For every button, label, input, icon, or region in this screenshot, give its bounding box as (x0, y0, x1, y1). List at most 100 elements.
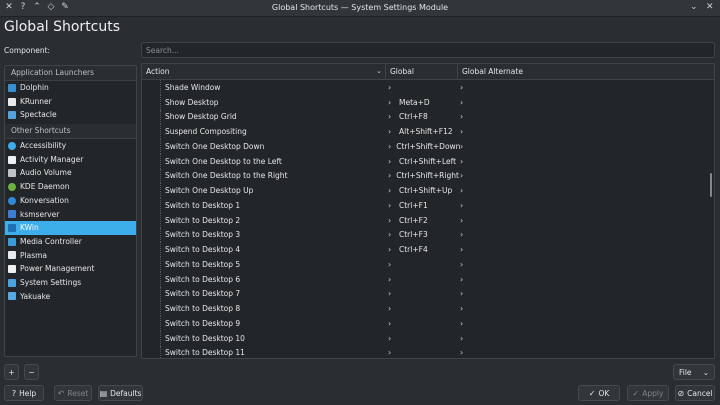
global-shortcut-cell[interactable]: › Alt+Shift+F12 (386, 127, 458, 136)
table-row[interactable]: Show Desktop Grid › Ctrl+F8 › (142, 109, 714, 125)
global-shortcut-cell[interactable]: › Ctrl+F3 (386, 230, 458, 239)
chevron-right-icon[interactable]: › (388, 171, 391, 180)
column-header-global-alternate[interactable]: Global Alternate (458, 64, 706, 79)
chevron-right-icon[interactable]: › (460, 275, 466, 284)
alternate-shortcut-cell[interactable]: › (458, 186, 706, 195)
cancel-button[interactable]: ⊘ Cancel (675, 385, 715, 401)
chevron-right-icon[interactable]: › (460, 171, 466, 180)
chevron-right-icon[interactable]: › (460, 83, 466, 92)
global-shortcut-cell[interactable]: › Ctrl+F1 (386, 201, 458, 210)
table-row[interactable]: Suspend Compositing › Alt+Shift+F12 › (142, 124, 714, 139)
table-row[interactable]: Switch to Desktop 5 › › (142, 257, 714, 272)
global-shortcut-cell[interactable]: › Ctrl+Shift+Right (386, 171, 459, 180)
chevron-right-icon[interactable]: › (388, 245, 394, 254)
component-item[interactable]: KDE Daemon (5, 180, 136, 194)
global-shortcut-cell[interactable]: › (386, 275, 458, 284)
alternate-shortcut-cell[interactable]: › (458, 98, 706, 107)
chevron-right-icon[interactable]: › (388, 334, 394, 343)
table-row[interactable]: Switch One Desktop Down › Ctrl+Shift+Down › (142, 139, 714, 154)
chevron-right-icon[interactable]: › (460, 157, 466, 166)
table-row[interactable]: Switch One Desktop to the Right › Ctrl+Shi… (142, 168, 714, 184)
alternate-shortcut-cell[interactable]: › (458, 216, 706, 225)
global-shortcut-cell[interactable]: › (386, 334, 458, 343)
defaults-button[interactable]: ▤ Defaults (98, 385, 143, 401)
chevron-right-icon[interactable]: › (388, 260, 394, 269)
chevron-right-icon[interactable]: › (388, 157, 394, 166)
table-row[interactable]: Switch to Desktop 4 › Ctrl+F4 › (142, 242, 714, 257)
help-button[interactable]: ? Help (4, 385, 44, 401)
component-list[interactable]: Application Launchers Dolphin KRunner Spect… (4, 65, 137, 357)
chevron-right-icon[interactable]: › (388, 230, 394, 239)
global-shortcut-cell[interactable]: › (386, 260, 458, 269)
component-item[interactable]: Konversation (5, 194, 136, 208)
chevron-right-icon[interactable]: › (388, 348, 394, 357)
chevron-right-icon[interactable]: › (388, 275, 394, 284)
table-row[interactable]: Switch to Desktop 6 › › (142, 271, 714, 287)
component-item[interactable]: ksmserver (5, 208, 136, 222)
global-shortcut-cell[interactable]: › (386, 304, 458, 313)
chevron-right-icon[interactable]: › (460, 348, 466, 357)
alternate-shortcut-cell[interactable]: › (458, 260, 706, 269)
alternate-shortcut-cell[interactable]: › (458, 334, 706, 343)
chevron-right-icon[interactable]: › (460, 216, 466, 225)
component-item[interactable]: Audio Volume (5, 166, 136, 180)
chevron-right-icon[interactable]: › (460, 304, 466, 313)
chevron-right-icon[interactable]: › (460, 245, 466, 254)
global-shortcut-cell[interactable]: › Ctrl+F4 (386, 245, 458, 254)
global-shortcut-cell[interactable]: › Meta+D (386, 98, 458, 107)
chevron-right-icon[interactable]: › (460, 289, 466, 298)
file-button[interactable]: File ⌄ (673, 364, 715, 380)
chevron-right-icon[interactable]: › (460, 98, 466, 107)
component-item[interactable]: Media Controller (5, 235, 136, 249)
alternate-shortcut-cell[interactable]: › (458, 171, 706, 180)
table-row[interactable]: Switch to Desktop 7 › › (142, 286, 714, 302)
chevron-right-icon[interactable]: › (388, 83, 394, 92)
scrollbar-thumb[interactable] (710, 173, 712, 197)
global-shortcut-cell[interactable]: › (386, 83, 458, 92)
remove-button[interactable]: − (24, 364, 39, 380)
alternate-shortcut-cell[interactable]: › (458, 348, 706, 357)
component-item[interactable]: KWin (5, 221, 136, 235)
chevron-right-icon[interactable]: › (388, 186, 394, 195)
chevron-right-icon[interactable]: › (460, 260, 466, 269)
table-row[interactable]: Switch to Desktop 11 › › (142, 345, 714, 358)
chevron-right-icon[interactable]: › (388, 216, 394, 225)
alternate-shortcut-cell[interactable]: › (458, 275, 706, 284)
chevron-right-icon[interactable]: › (460, 334, 466, 343)
table-row[interactable]: Show Desktop › Meta+D › (142, 94, 714, 110)
chevron-right-icon[interactable]: › (388, 201, 394, 210)
column-header-global[interactable]: Global (386, 64, 458, 79)
global-shortcut-cell[interactable]: › Ctrl+Shift+Left (386, 157, 458, 166)
chevron-right-icon[interactable]: › (460, 319, 466, 328)
global-shortcut-cell[interactable]: › Ctrl+F8 (386, 112, 458, 121)
chevron-right-icon[interactable]: › (388, 289, 394, 298)
minimize-icon[interactable]: ⌄ (690, 2, 698, 12)
global-shortcut-cell[interactable]: › (386, 348, 458, 357)
column-header-action[interactable]: Action ⌄ (142, 64, 386, 79)
alternate-shortcut-cell[interactable]: › (458, 83, 706, 92)
component-item[interactable]: KRunner (5, 95, 136, 109)
global-shortcut-cell[interactable]: › Ctrl+Shift+Down (386, 142, 460, 151)
table-row[interactable]: Shade Window › › (142, 80, 714, 95)
alternate-shortcut-cell[interactable]: › (458, 319, 706, 328)
chevron-right-icon[interactable]: › (388, 304, 394, 313)
chevron-right-icon[interactable]: › (388, 98, 394, 107)
table-row[interactable]: Switch to Desktop 3 › Ctrl+F3 › (142, 227, 714, 243)
alternate-shortcut-cell[interactable]: › (458, 157, 706, 166)
table-row[interactable]: Switch One Desktop to the Left › Ctrl+Shif… (142, 153, 714, 169)
table-row[interactable]: Switch to Desktop 10 › › (142, 330, 714, 346)
chevron-right-icon[interactable]: › (460, 186, 466, 195)
alternate-shortcut-cell[interactable]: › (458, 304, 706, 313)
alternate-shortcut-cell[interactable]: › (458, 289, 706, 298)
global-shortcut-cell[interactable]: › Ctrl+Shift+Up (386, 186, 458, 195)
reset-button[interactable]: ↶ Reset (54, 385, 92, 401)
table-row[interactable]: Switch to Desktop 8 › › (142, 301, 714, 316)
component-item[interactable]: Dolphin (5, 81, 136, 95)
table-row[interactable]: Switch to Desktop 2 › Ctrl+F2 › (142, 212, 714, 228)
alternate-shortcut-cell[interactable]: › (458, 142, 706, 151)
apply-button[interactable]: ✓ Apply (627, 385, 669, 401)
scrollbar[interactable] (709, 81, 712, 357)
alternate-shortcut-cell[interactable]: › (458, 245, 706, 254)
window-close-icon[interactable]: ✕ (706, 2, 714, 12)
chevron-right-icon[interactable]: › (388, 127, 394, 136)
